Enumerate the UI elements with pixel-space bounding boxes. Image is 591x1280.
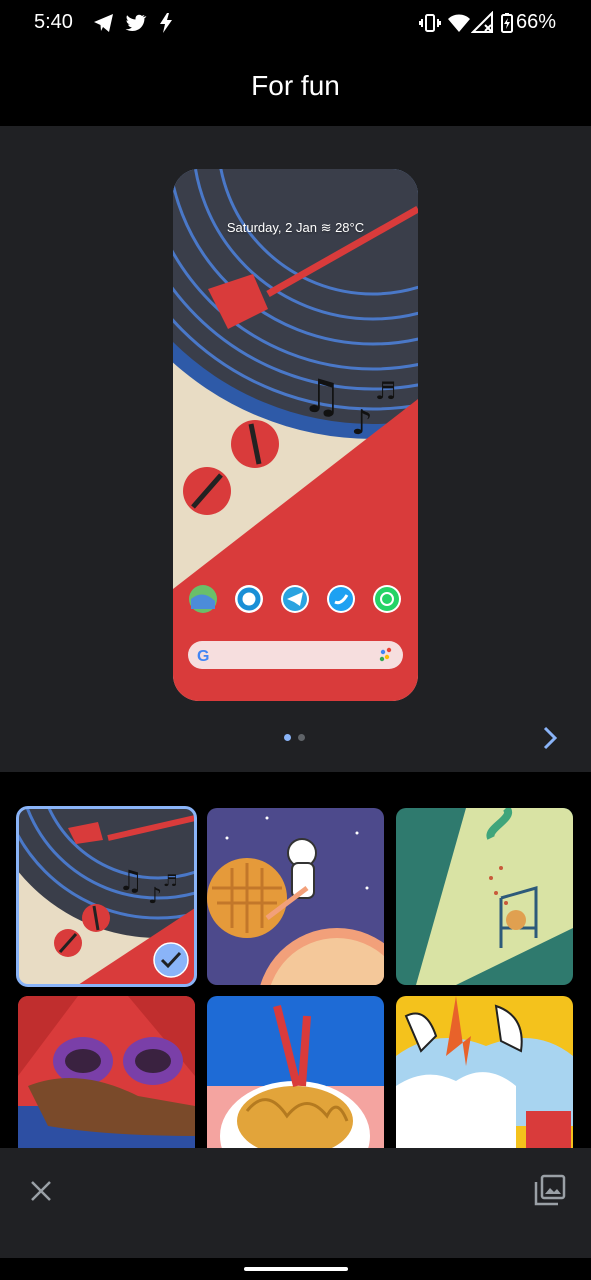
vibrate-icon xyxy=(419,14,441,32)
status-time: 5:40 xyxy=(34,11,73,33)
battery-percent: 66% xyxy=(516,11,557,33)
image-gallery-icon[interactable] xyxy=(532,1172,568,1208)
check-icon xyxy=(153,942,189,978)
close-icon[interactable] xyxy=(24,1174,58,1208)
chevron-right-icon[interactable] xyxy=(534,722,566,754)
svg-text:♬: ♬ xyxy=(375,377,397,405)
wallpaper-tile-chair-spotlight[interactable] xyxy=(396,808,573,985)
wallpaper-tile-sunglasses-arms[interactable] xyxy=(18,996,195,1148)
home-gesture-pill[interactable] xyxy=(244,1267,348,1271)
wallpaper-tile-pencil-noodles[interactable] xyxy=(207,996,384,1148)
wallpaper-tile-astronaut-waffle[interactable] xyxy=(207,808,384,985)
whatsapp-icon xyxy=(373,585,401,613)
edge-icon xyxy=(235,585,263,613)
google-g-icon: G xyxy=(197,648,209,665)
svg-text:♫: ♫ xyxy=(301,369,342,423)
maps-icon xyxy=(189,585,217,613)
svg-text:♪: ♪ xyxy=(351,403,373,443)
wifi-icon xyxy=(448,14,470,32)
dock-twitter-icon xyxy=(327,585,355,613)
wallpaper-preview[interactable]: ♫ ♪ ♬ G xyxy=(173,169,418,701)
wallpaper-grid: ♫ ♪ ♬ xyxy=(0,772,591,1148)
record-player-wallpaper: ♫ ♪ ♬ G xyxy=(173,169,418,701)
page-dot-active xyxy=(284,734,291,741)
dock-telegram-icon xyxy=(281,585,309,613)
wallpaper-tile-hands-clouds[interactable] xyxy=(396,996,573,1148)
twitter-icon xyxy=(125,14,147,31)
signal-icon xyxy=(471,11,493,33)
date-weather-text: Saturday, 2 Jan ≋ 28°C xyxy=(226,220,365,235)
page-title: For fun xyxy=(251,70,340,101)
telegram-icon xyxy=(94,14,113,32)
bottom-bar xyxy=(0,1148,591,1258)
bolt-icon xyxy=(160,13,172,33)
page-dot xyxy=(298,734,305,741)
